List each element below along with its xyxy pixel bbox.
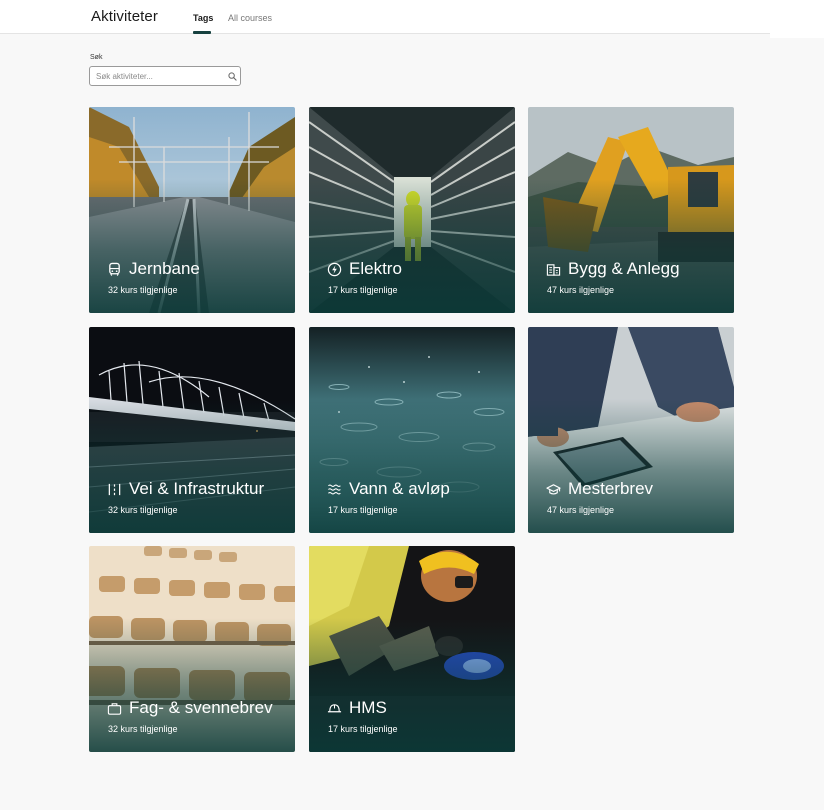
search-field[interactable] [89,66,241,86]
card-title: Jernbane [129,259,200,278]
graduation-cap-icon [546,483,561,495]
category-card-jernbane[interactable]: Jernbane 32 kurs tilgjenlige [89,107,295,313]
card-title-row: Bygg & Anlegg [546,257,680,281]
card-overlay [309,546,515,752]
card-course-count: 17 kurs tilgjenlige [328,285,398,295]
category-card-vann-avlop[interactable]: Vann & avløp 17 kurs tilgjenlige [309,327,515,533]
card-title: Fag- & svennebrev [129,698,273,717]
water-waves-icon [328,483,341,495]
top-navigation-bar: Aktiviteter Tags All courses [0,0,770,34]
card-course-count: 32 kurs tilgjenlige [108,724,178,734]
card-course-count: 47 kurs ilgjenlige [547,285,615,295]
card-course-count: 17 kurs tilgjenlige [328,724,398,734]
card-title-row: Jernbane [107,257,200,281]
hard-hat-icon [327,703,342,712]
card-overlay [309,107,515,313]
card-title: Vann & avløp [349,479,450,498]
card-course-count: 32 kurs tilgjenlige [108,285,178,295]
category-card-hms[interactable]: HMS 17 kurs tilgjenlige [309,546,515,752]
card-title-row: Elektro [327,257,402,281]
card-title-row: HMS [327,696,387,720]
search-input[interactable] [96,70,220,82]
card-overlay [309,327,515,533]
search-label: Søk [90,54,103,61]
road-icon [108,483,121,495]
category-card-fag-svennebrev[interactable]: Fag- & svennebrev 32 kurs tilgjenlige [89,546,295,752]
briefcase-icon [107,702,122,715]
card-course-count: 17 kurs tilgjenlige [328,505,398,515]
page-brand-title: Aktiviteter [91,8,158,25]
card-overlay [89,546,295,752]
card-overlay [89,327,295,533]
card-title: Vei & Infrastruktur [129,479,265,498]
lightning-icon [327,262,342,276]
card-course-count: 47 kurs ilgjenlige [547,505,615,515]
card-overlay [528,107,734,313]
card-title: Bygg & Anlegg [568,259,680,278]
search-icon[interactable] [228,72,237,81]
tab-tags[interactable]: Tags [193,13,213,23]
card-title: HMS [349,698,387,717]
building-icon [546,263,561,276]
card-overlay [89,107,295,313]
card-title-row: Mesterbrev [546,477,653,501]
card-overlay [528,327,734,533]
category-card-vei-infrastruktur[interactable]: Vei & Infrastruktur 32 kurs tilgjenlige [89,327,295,533]
card-title-row: Vann & avløp [327,477,450,501]
card-title: Elektro [349,259,402,278]
category-card-mesterbrev[interactable]: Mesterbrev 47 kurs ilgjenlige [528,327,734,533]
train-icon [109,262,120,276]
card-course-count: 32 kurs tilgjenlige [108,505,178,515]
card-title-row: Fag- & svennebrev [107,696,273,720]
card-title-row: Vei & Infrastruktur [107,477,264,501]
category-card-bygg-anlegg[interactable]: Bygg & Anlegg 47 kurs ilgjenlige [528,107,734,313]
active-tab-indicator [193,31,211,34]
card-title: Mesterbrev [568,479,654,498]
header-filler [770,0,824,38]
tab-all-courses[interactable]: All courses [228,13,272,23]
category-card-elektro[interactable]: Elektro 17 kurs tilgjenlige [309,107,515,313]
